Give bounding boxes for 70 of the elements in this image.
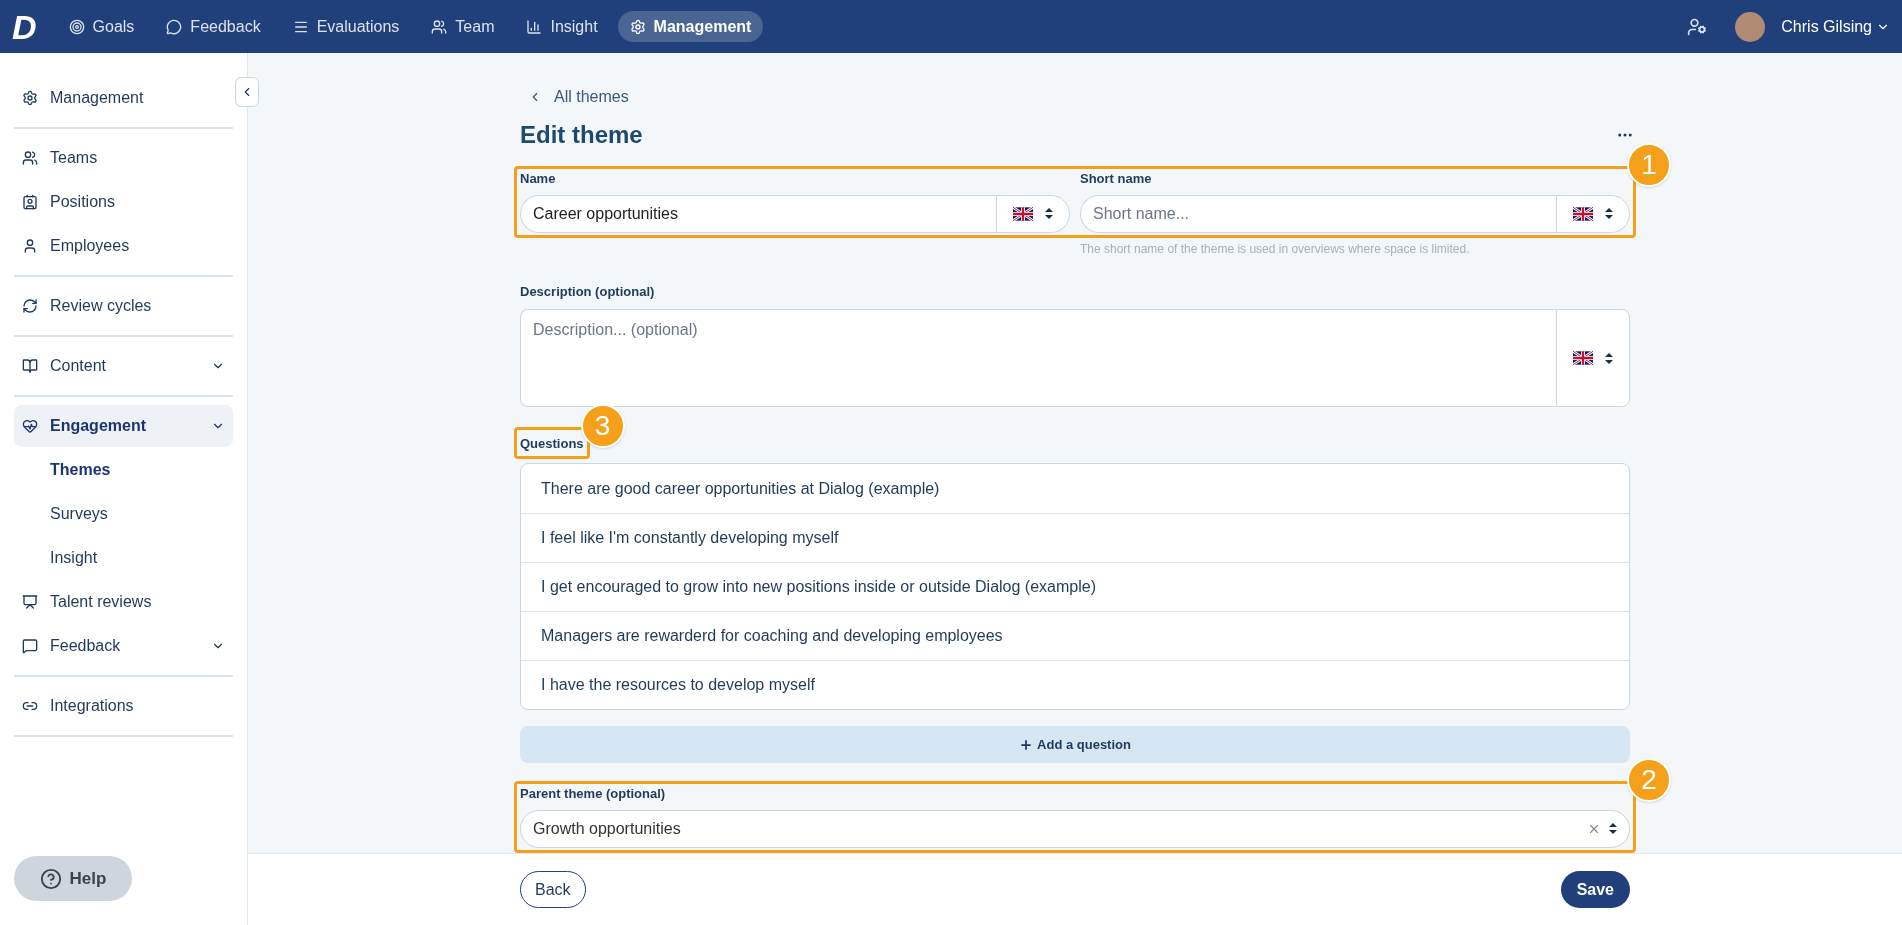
nav-item[interactable]: Goals [56,11,147,42]
help-icon [39,867,62,890]
sidebar-item[interactable]: Feedback [14,625,233,667]
heart-pulse-icon [22,418,38,434]
back-link[interactable]: All themes [520,85,1630,109]
nav-item[interactable]: Feedback [154,11,273,42]
name-input[interactable]: Career opportunities [520,194,996,233]
field-label: Short name [1080,170,1153,188]
back-button[interactable]: Back [520,871,586,908]
save-button[interactable]: Save [1560,871,1630,908]
help-button[interactable]: Help [14,856,132,901]
page-title: Edit theme [520,120,643,150]
field-label: Description (optional) [520,282,656,301]
settings-icon [629,18,646,35]
id-card-icon [22,194,38,210]
chat-bubble-icon [22,638,38,654]
sort-icon [1609,823,1617,834]
annotation-number: 2 [1627,758,1671,802]
sidebar-item[interactable]: Teams [14,137,233,179]
user-menu[interactable]: Chris Gilsing [1781,14,1890,39]
language-select[interactable] [996,194,1070,233]
plus-icon [1019,737,1034,752]
sidebar-subitem[interactable]: Surveys [14,493,233,535]
nav-item[interactable]: Evaluations [280,11,412,42]
avatar[interactable] [1735,11,1766,42]
sort-icon [1605,208,1613,219]
add-question-button[interactable]: Add a question [520,726,1630,763]
users-icon [22,150,38,166]
target-icon [68,18,85,35]
sidebar-subitem[interactable]: Insight [14,537,233,579]
settings-icon [22,90,38,106]
uk-flag-icon [1573,351,1593,365]
sort-icon [1045,208,1053,219]
refresh-icon [22,298,38,314]
description-input[interactable]: Description... (optional) [520,309,1556,407]
question-item[interactable]: I feel like I'm constantly developing myself [521,513,1629,562]
field-label: Parent theme (optional) [520,785,667,803]
sidebar-item[interactable]: Talent reviews [14,581,233,623]
sidebar-item[interactable]: Positions [14,181,233,223]
uk-flag-icon [1013,206,1033,221]
sidebar-item[interactable]: Review cycles [14,285,233,327]
logo[interactable]: D [12,9,37,44]
user-icon [22,238,38,254]
nav-item[interactable]: Insight [514,11,610,42]
uk-flag-icon [1573,206,1593,221]
user-settings-icon[interactable] [1687,16,1708,37]
short-name-input[interactable]: Short name... [1080,194,1556,233]
parent-theme-select[interactable]: Growth opportunities [520,809,1630,848]
book-icon [22,358,38,374]
hint-text: The short name of the theme is used in overviews where space is limited. [1080,240,1471,258]
language-select[interactable] [1556,194,1630,233]
field-label: Name [520,170,557,188]
annotation-number: 1 [1627,143,1671,187]
sort-icon [1605,352,1613,364]
question-item[interactable]: I have the resources to develop myself [521,660,1629,709]
presentation-icon [22,594,38,610]
bar-chart-icon [526,18,543,35]
sidebar-subitem[interactable]: Themes [14,449,233,491]
sidebar-item[interactable]: Engagement [14,405,233,447]
sidebar-item[interactable]: Employees [14,225,233,267]
users-icon [431,18,448,35]
sidebar-item[interactable]: Content [14,345,233,387]
sidebar-item[interactable]: Integrations [14,685,233,727]
nav-item[interactable]: Team [419,11,507,42]
chat-bubble-icon [166,18,183,35]
question-item[interactable]: I get encouraged to grow into new positions inside or outside Dialog (example) [521,562,1629,611]
nav-item[interactable]: Management [617,11,764,42]
question-item[interactable]: Managers are rewarderd for coaching and developing employees [521,611,1629,660]
question-item[interactable]: There are good career opportunities at Dialog (example) [521,464,1629,513]
sidebar-item[interactable]: Management [14,77,233,119]
